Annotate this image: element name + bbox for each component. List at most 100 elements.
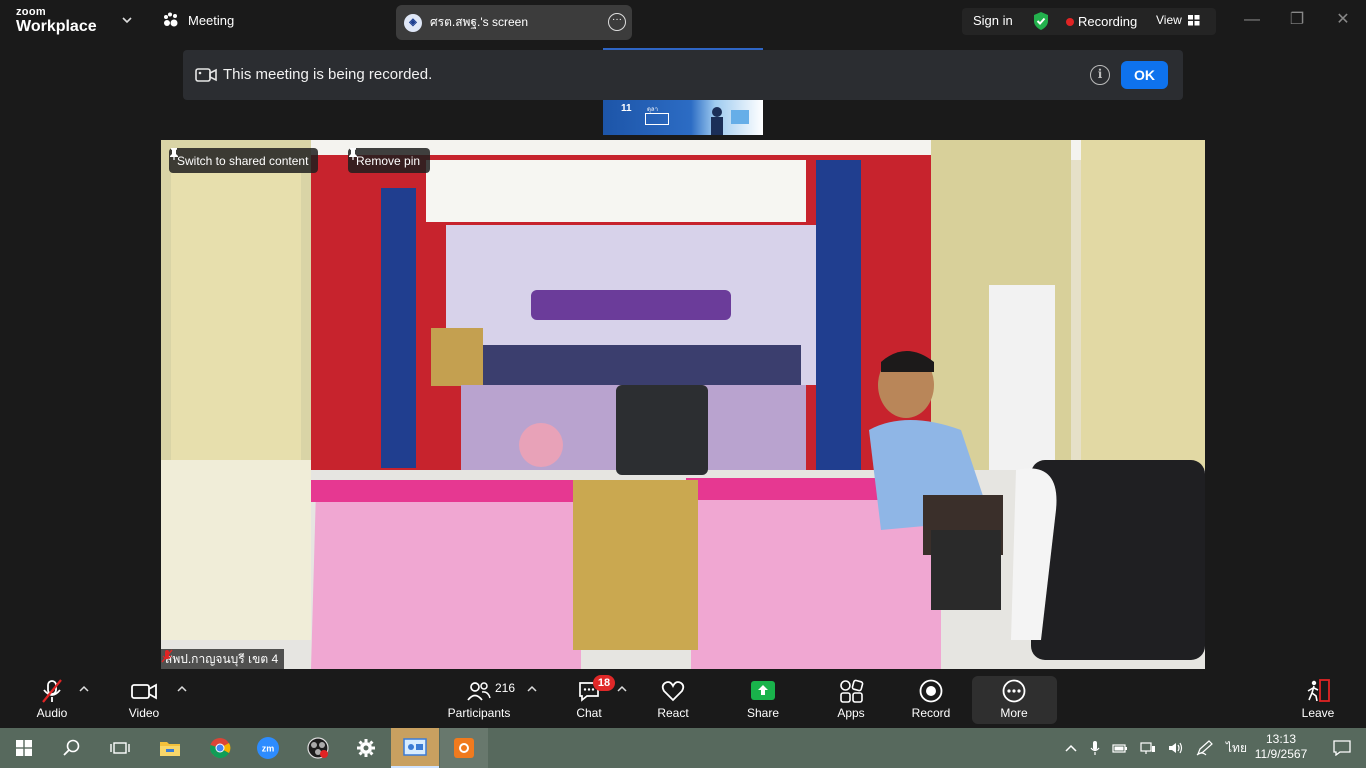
search-icon[interactable] bbox=[48, 728, 96, 768]
participant-name: สพป.กาญจนบุรี เขต 4 bbox=[165, 651, 279, 666]
clock[interactable]: 13:13 11/9/2567 bbox=[1250, 732, 1312, 762]
paw-icon bbox=[164, 12, 178, 27]
chat-unread-badge: 18 bbox=[593, 675, 615, 691]
obs-studio-icon[interactable] bbox=[294, 728, 342, 768]
recording-dot-icon bbox=[1066, 18, 1074, 26]
recording-status[interactable]: Recording bbox=[1078, 14, 1137, 29]
participants-options-chevron-icon[interactable] bbox=[527, 684, 537, 694]
muted-mic-icon bbox=[161, 649, 173, 663]
share-button[interactable]: Share bbox=[738, 669, 788, 728]
notifications-icon[interactable] bbox=[1318, 728, 1366, 768]
chat-button[interactable]: 18 Chat bbox=[564, 669, 615, 728]
participant-name-tag: สพป.กาญจนบุรี เขต 4 bbox=[161, 649, 285, 669]
more-label: More bbox=[1000, 706, 1028, 720]
chevron-down-icon[interactable] bbox=[121, 14, 133, 26]
zoom-app-icon[interactable]: zm bbox=[244, 728, 292, 768]
ok-button[interactable]: OK bbox=[1121, 61, 1168, 89]
zoom-workplace-logo[interactable]: zoom Workplace bbox=[16, 7, 97, 35]
view-label: View bbox=[1156, 13, 1182, 27]
pin-icon bbox=[349, 148, 357, 160]
sign-in-button[interactable]: Sign in bbox=[973, 13, 1013, 28]
meeting-toolbar: Audio Video 216 Participants 18 Chat Rea… bbox=[0, 669, 1366, 728]
restore-icon[interactable]: ❐ bbox=[1285, 10, 1309, 30]
react-label: React bbox=[657, 706, 689, 720]
more-options-icon[interactable]: ··· bbox=[608, 13, 626, 31]
video-camera-icon bbox=[131, 683, 157, 700]
task-view-icon[interactable] bbox=[96, 728, 144, 768]
grid-view-icon bbox=[1187, 14, 1200, 25]
thumbnail-illustration bbox=[711, 107, 749, 135]
meeting-label: Meeting bbox=[188, 12, 235, 28]
chat-label: Chat bbox=[576, 706, 602, 720]
show-hidden-icons-chevron-icon[interactable] bbox=[1064, 743, 1078, 753]
shared-content-thumbnail[interactable]: 11 ตุลา bbox=[603, 100, 763, 135]
video-label: Video bbox=[128, 706, 160, 720]
audio-label: Audio bbox=[36, 706, 68, 720]
input-language[interactable]: ไทย bbox=[1226, 739, 1247, 758]
volume-icon[interactable] bbox=[1168, 741, 1184, 755]
video-button[interactable]: Video bbox=[114, 669, 174, 728]
share-screen-icon bbox=[751, 681, 775, 700]
share-label: Share bbox=[746, 706, 780, 720]
encryption-shield-icon[interactable] bbox=[1032, 11, 1050, 31]
svg-text:zm: zm bbox=[262, 744, 275, 754]
camera-record-icon bbox=[195, 68, 217, 82]
pen-input-icon[interactable] bbox=[1196, 740, 1214, 756]
more-button[interactable]: More bbox=[989, 669, 1039, 728]
apps-icon bbox=[840, 679, 864, 703]
participants-count: 216 bbox=[495, 681, 516, 695]
close-icon[interactable]: ✕ bbox=[1331, 10, 1355, 30]
title-bar: zoom Workplace Meeting ◈ ศรต.สพฐ.'s scre… bbox=[0, 0, 1366, 44]
file-explorer-icon[interactable] bbox=[146, 728, 194, 768]
windows-start-icon[interactable] bbox=[0, 728, 48, 768]
presenter-avatar-icon: ◈ bbox=[404, 13, 422, 32]
presentation-app-icon[interactable] bbox=[391, 728, 439, 768]
record-button[interactable]: Record bbox=[906, 669, 956, 728]
thumbnail-day: 11 bbox=[621, 103, 632, 114]
record-icon bbox=[919, 679, 943, 703]
brand-line1: zoom bbox=[16, 6, 46, 18]
audio-button[interactable]: Audio bbox=[22, 669, 82, 728]
minimize-icon[interactable]: — bbox=[1240, 10, 1264, 30]
shared-screen-tab[interactable]: ◈ ศรต.สพฐ.'s screen ··· bbox=[396, 5, 632, 40]
battery-icon[interactable] bbox=[1112, 742, 1128, 754]
leave-door-icon bbox=[1307, 679, 1330, 702]
video-scene bbox=[161, 140, 1205, 669]
switch-to-shared-content-button[interactable]: Switch to shared content bbox=[169, 148, 319, 173]
microphone-tray-icon[interactable] bbox=[1090, 740, 1100, 756]
shared-screen-title: ศรต.สพฐ.'s screen bbox=[430, 15, 529, 29]
windows-taskbar: zm ไทย 13:13 11/9/2567 bbox=[0, 728, 1366, 768]
pinned-video-feed[interactable]: Switch to shared content Remove pin สพป.… bbox=[161, 140, 1205, 669]
recording-notice-text: This meeting is being recorded. bbox=[223, 66, 433, 83]
video-options-chevron-icon[interactable] bbox=[177, 684, 187, 694]
react-button[interactable]: React bbox=[648, 669, 698, 728]
audio-options-chevron-icon[interactable] bbox=[79, 684, 89, 694]
network-icon[interactable] bbox=[1140, 741, 1156, 755]
muted-microphone-icon bbox=[42, 679, 62, 703]
participants-label: Participants bbox=[447, 706, 511, 720]
leave-button[interactable]: Leave bbox=[1293, 669, 1343, 728]
remove-pin-label: Remove pin bbox=[356, 153, 421, 168]
meeting-menu-button[interactable]: Meeting bbox=[162, 12, 234, 28]
leave-label: Leave bbox=[1301, 706, 1335, 720]
remove-pin-button[interactable]: Remove pin bbox=[348, 148, 431, 173]
participants-icon bbox=[467, 682, 491, 701]
clock-date: 11/9/2567 bbox=[1254, 747, 1308, 761]
view-button[interactable]: View bbox=[1156, 13, 1200, 27]
chrome-icon[interactable] bbox=[196, 728, 244, 768]
apps-label: Apps bbox=[837, 706, 865, 720]
heart-icon bbox=[661, 681, 685, 702]
recording-notice-banner: This meeting is being recorded. i OK bbox=[183, 50, 1183, 100]
system-tray: ไทย bbox=[1064, 728, 1247, 768]
brand-line2: Workplace bbox=[16, 18, 97, 35]
thumbnail-box bbox=[645, 113, 669, 125]
screen-recorder-icon[interactable] bbox=[440, 728, 488, 768]
switch-label: Switch to shared content bbox=[177, 153, 309, 168]
clock-time: 13:13 bbox=[1265, 732, 1297, 746]
record-label: Record bbox=[911, 706, 951, 720]
settings-gear-icon[interactable] bbox=[342, 728, 390, 768]
chat-options-chevron-icon[interactable] bbox=[617, 684, 627, 694]
apps-button[interactable]: Apps bbox=[826, 669, 876, 728]
info-icon[interactable]: i bbox=[1090, 65, 1110, 85]
participants-button[interactable]: 216 Participants bbox=[444, 669, 516, 728]
